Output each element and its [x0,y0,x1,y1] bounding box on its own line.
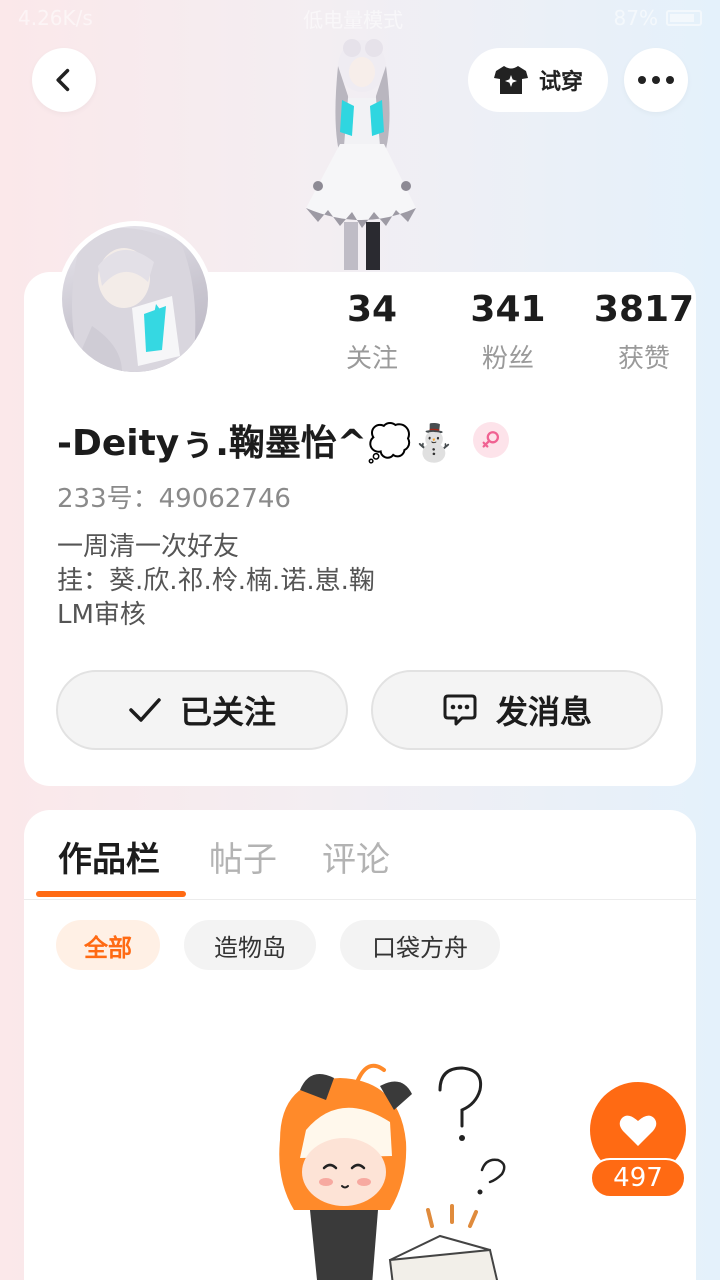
bio: 一周清一次好友 挂：葵.欣.祁.柃.楠.诺.崽.鞠 LM审核 [57,530,375,632]
chevron-left-icon [56,68,70,92]
status-bar: 4.26K/s 低电量模式 87% [0,0,720,36]
empty-state-illustration [279,1063,506,1280]
bio-line: 一周清一次好友 [57,532,240,562]
active-tab-indicator [36,891,186,897]
message-bubble-icon [443,694,477,726]
followers-count: 341 [470,289,546,330]
tab-works[interactable]: 作品栏 [58,832,160,881]
send-message-label: 发消息 [495,693,592,731]
battery-icon [665,10,702,26]
stat-following[interactable]: 34 关注 [304,286,440,375]
filter-chip-creation-island[interactable]: 造物岛 [184,920,316,970]
filter-chip-all[interactable]: 全部 [56,920,160,970]
stats-row: 34 关注 341 粉丝 3817 获赞 [304,286,712,375]
stat-likes[interactable]: 3817 获赞 [576,286,712,375]
back-button[interactable] [32,48,96,112]
nickname: -Deityぅ.鞠墨怡^💭⛄ [57,423,457,464]
likes-label: 获赞 [617,344,670,374]
female-gender-icon [472,422,509,458]
user-id: 233号：49062746 [57,484,291,514]
network-speed: 4.26K/s [18,6,93,30]
try-on-label: 试穿 [538,70,583,95]
battery-percent: 87% [613,6,658,30]
power-mode: 低电量模式 [303,7,404,32]
followed-button[interactable]: 已关注 [56,670,348,750]
bio-line: 挂：葵.欣.祁.柃.楠.诺.崽.鞠 [57,566,375,596]
filter-chip-pocket-ark[interactable]: 口袋方舟 [340,920,500,970]
avatar[interactable] [57,221,213,377]
more-button[interactable] [624,48,688,112]
shirt-sparkle-icon [493,66,528,94]
send-message-button[interactable]: 发消息 [371,670,663,750]
likes-count: 3817 [593,289,695,330]
bio-line: LM审核 [57,600,146,630]
check-icon [129,698,161,722]
like-count: 497 [590,1158,686,1198]
tab-comments[interactable]: 评论 [322,832,390,881]
works-card: 作品栏 帖子 评论 全部 造物岛 口袋方舟 [24,810,696,1280]
heart-icon [619,1115,657,1146]
followed-label: 已关注 [179,693,276,731]
followers-label: 粉丝 [481,344,534,374]
following-label: 关注 [345,344,398,374]
following-count: 34 [346,289,398,330]
works-tabs: 作品栏 帖子 评论 [24,810,696,900]
try-on-button[interactable]: 试穿 [468,48,608,112]
more-dots-icon [638,76,674,84]
nickname-row: -Deityぅ.鞠墨怡^💭⛄ [57,414,509,466]
stat-followers[interactable]: 341 粉丝 [440,286,576,375]
tab-posts[interactable]: 帖子 [209,832,277,881]
avatar-image [72,228,196,372]
avatar-character-image[interactable] [296,36,426,272]
